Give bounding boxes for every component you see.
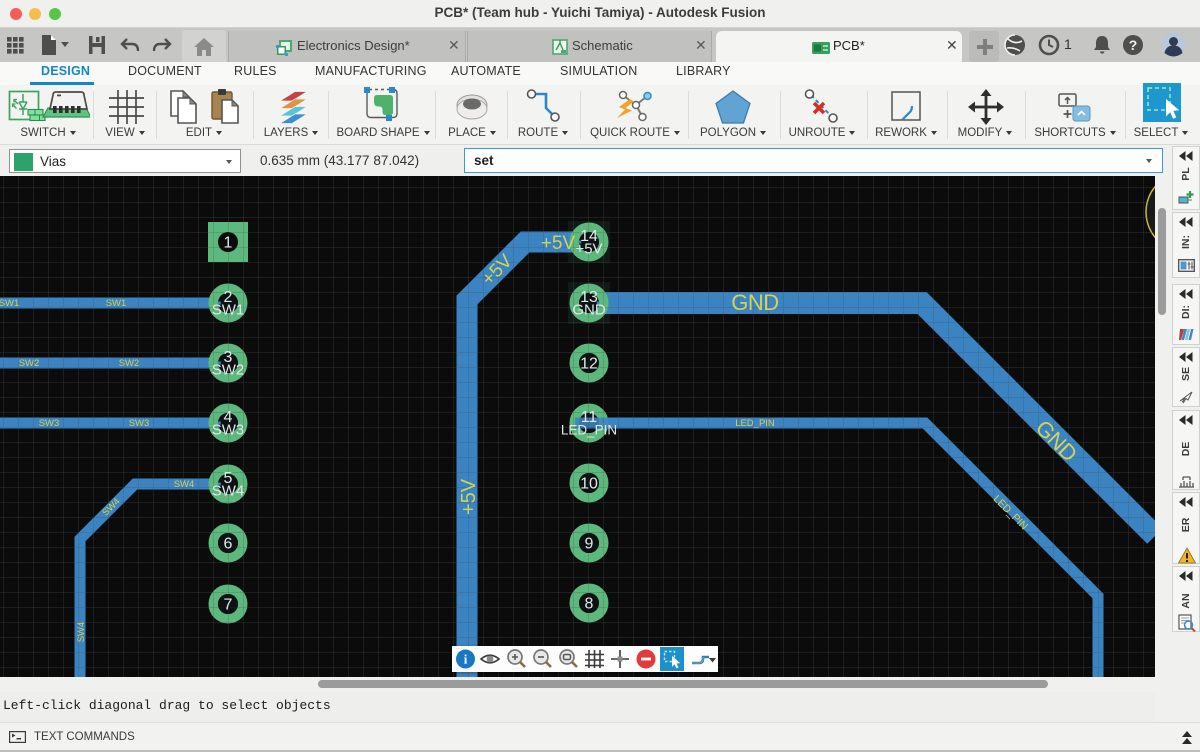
svg-text:10: 10 [580,476,598,493]
svg-text:SW4: SW4 [212,483,245,500]
svg-text:12: 12 [580,356,598,373]
svg-text:GND: GND [572,302,606,319]
svg-text:8: 8 [585,596,594,613]
svg-text:LED_PIN: LED_PIN [561,423,617,438]
svg-text:SW2: SW2 [212,362,245,379]
svg-text:SW2: SW2 [19,358,40,369]
svg-text:SW3: SW3 [129,418,150,429]
svg-text:1: 1 [224,235,233,252]
svg-text:SW4: SW4 [76,622,87,643]
svg-text:SW2: SW2 [119,358,140,369]
svg-text:?: ? [1129,37,1138,53]
svg-text:SW3: SW3 [39,418,60,429]
svg-text:GND: GND [731,290,778,315]
svg-text:9: 9 [585,536,594,553]
svg-text:SW1: SW1 [0,298,19,309]
svg-text:6: 6 [224,536,233,553]
svg-text:+5V: +5V [458,478,480,515]
svg-text:SW1: SW1 [212,302,245,319]
svg-text:+5V: +5V [541,233,576,254]
svg-text:SW4: SW4 [174,479,195,490]
svg-text:i: i [464,652,468,667]
svg-text:SW1: SW1 [106,298,127,309]
svg-text:SW3: SW3 [212,422,245,439]
svg-text:7: 7 [224,597,233,614]
svg-text:LED_PIN: LED_PIN [735,418,775,429]
svg-text:+5V: +5V [575,241,602,258]
